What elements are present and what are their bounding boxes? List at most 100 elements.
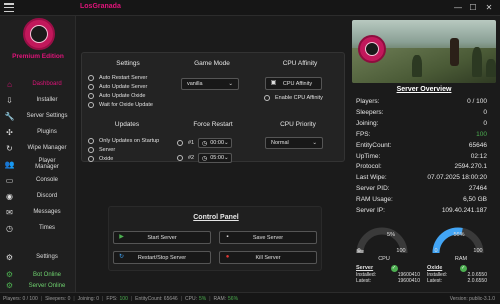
cpu-affinity-title: CPU Affinity xyxy=(282,60,318,67)
restart-icon: ↻ xyxy=(118,254,125,260)
status-fps-label: FPS: xyxy=(106,295,118,302)
game-mode-value: vanilla xyxy=(187,81,203,87)
house-icon: ⌂ xyxy=(7,79,12,89)
only-updates-startup-radio[interactable]: Only Updates on Startup xyxy=(88,138,159,144)
sidebar-item-installer[interactable]: ⇩ Installer xyxy=(0,92,76,108)
sidebar-item-wipe-manager[interactable]: ↻ Wipe Manager xyxy=(0,140,76,156)
sidebar: Premium Edition ⌂ Dashboard ⇩ Installer 🔧 Ser… xyxy=(0,16,76,292)
sidebar-item-times[interactable]: ◷ Times xyxy=(0,220,76,236)
settings-title: Settings xyxy=(116,60,140,67)
control-panel: Control Panel ▶ Start Server ▪ Save Serv… xyxy=(108,206,322,271)
restart-2-time-input[interactable]: ◷ 05:00 ⌄ xyxy=(198,153,232,163)
game-mode-select[interactable]: vanilla ⌄ xyxy=(181,78,239,90)
stat-row: FPS: 100 xyxy=(356,131,487,138)
ram-min: 0 xyxy=(434,248,438,254)
start-server-button[interactable]: ▶ Start Server xyxy=(113,231,211,244)
auto-update-server-radio[interactable]: Auto Update Server xyxy=(88,84,147,90)
update-oxide-radio[interactable]: Oxide xyxy=(88,156,113,162)
minimize-button[interactable]: — xyxy=(452,2,464,13)
status-cpu: 5% xyxy=(198,295,207,302)
sidebar-item-settings[interactable]: ⚙ Settings xyxy=(0,250,76,264)
sidebar-item-server-settings[interactable]: 🔧 Server Settings xyxy=(0,108,76,124)
stat-value: 109.40.241.187 xyxy=(441,207,487,214)
stat-value: 100 xyxy=(476,130,487,138)
sidebar-item-dashboard[interactable]: ⌂ Dashboard xyxy=(0,76,76,92)
install-icon: ⇩ xyxy=(6,95,13,105)
sidebar-item-discord[interactable]: ◉ Discord xyxy=(0,188,76,204)
status-cpu-label: CPU: xyxy=(185,295,197,302)
save-server-button[interactable]: ▪ Save Server xyxy=(219,231,317,244)
terminal-icon: ▭ xyxy=(5,175,14,185)
status-players: Players: 0 / 100 xyxy=(3,295,38,302)
stat-label: Joining: xyxy=(356,119,379,127)
stat-label: RAM Usage: xyxy=(356,196,393,204)
stat-row: EntityCount: 65646 xyxy=(356,142,487,149)
edition-label: Premium Edition xyxy=(12,53,64,60)
save-icon: ▪ xyxy=(226,234,229,240)
stat-value: 6,50 GB xyxy=(463,196,487,204)
cpu-priority-value: Normal xyxy=(271,140,289,146)
stat-label: Server PID: xyxy=(356,185,390,193)
restart-2-toggle[interactable]: #2 xyxy=(177,155,194,161)
status-entity: EntityCount: 65646 xyxy=(135,295,178,302)
server-preview-image xyxy=(352,20,496,83)
stat-row: RAM Usage: 6,50 GB xyxy=(356,196,487,203)
hamburger-menu-icon[interactable] xyxy=(4,3,14,12)
wipe-icon: ↻ xyxy=(6,143,13,153)
stat-row: Last Wipe: 07.07.2025 18:00:20 xyxy=(356,174,487,181)
auto-update-oxide-radio[interactable]: Auto Update Oxide xyxy=(88,93,145,99)
cpu-priority-select[interactable]: Normal ⌄ xyxy=(265,137,323,149)
sidebar-item-label: Settings xyxy=(36,254,58,260)
stat-label: Protocol: xyxy=(356,163,382,171)
stat-value: 07.07.2025 18:00:20 xyxy=(427,174,487,182)
sidebar-item-label: Wipe Manager xyxy=(27,145,67,151)
close-button[interactable]: ✕ xyxy=(483,2,495,13)
game-mode-title: Game Mode xyxy=(194,60,230,67)
chevron-down-icon: ⌄ xyxy=(228,81,233,87)
clock-icon: ◷ xyxy=(202,140,208,147)
cpu-affinity-button[interactable]: ▣ CPU Affinity xyxy=(265,77,322,90)
server-status: ⚙ Server Online xyxy=(0,281,76,290)
app-logo xyxy=(23,18,55,50)
updates-title: Updates xyxy=(114,121,140,128)
sidebar-nav: ⌂ Dashboard ⇩ Installer 🔧 Server Settings ✣ Plu… xyxy=(0,76,76,236)
check-icon: ✓ xyxy=(390,265,398,272)
status-joining: Joining: 0 xyxy=(77,295,100,302)
maximize-button[interactable]: ☐ xyxy=(467,2,479,13)
restart-stop-server-button[interactable]: ↻ Restart/Stop Server xyxy=(113,251,211,264)
kill-server-button[interactable]: ● Kill Server xyxy=(219,251,317,264)
stat-label: Last Wipe: xyxy=(356,174,387,182)
stat-label: FPS: xyxy=(356,130,371,138)
gear-icon: ⚙ xyxy=(5,281,14,290)
status-bar: Players: 0 / 100 | Sleepers: 0 | Joining: … xyxy=(0,292,500,304)
stat-label: UpTime: xyxy=(356,152,381,160)
app-title: LosGranada xyxy=(80,3,121,10)
stat-row: Protocol: 2594.270.1 xyxy=(356,163,487,170)
bot-status: ⚙ Bot Online xyxy=(0,270,76,279)
stat-row: Players: 0 / 100 xyxy=(356,98,487,105)
update-server-radio[interactable]: Server xyxy=(88,147,115,153)
sidebar-item-label: Player Manager xyxy=(35,158,59,170)
auto-restart-radio[interactable]: Auto Restart Server xyxy=(88,75,147,81)
sidebar-item-player-manager[interactable]: 👥 Player Manager xyxy=(0,156,76,172)
discord-icon: ◉ xyxy=(6,191,13,201)
cpu-min: 0 xyxy=(357,248,361,254)
wait-oxide-update-radio[interactable]: Wait for Oxide Update xyxy=(88,102,153,108)
sidebar-item-label: Server Settings xyxy=(26,113,68,119)
server-version-block: Server ✓ Installed: 19600410 Latest: 19600… xyxy=(356,265,420,284)
cpu-priority-title: CPU Priority xyxy=(280,121,316,128)
restart-1-toggle[interactable]: #1 xyxy=(177,140,194,146)
people-icon: 👥 xyxy=(4,159,15,169)
sidebar-item-console[interactable]: ▭ Console xyxy=(0,172,76,188)
sidebar-item-plugins[interactable]: ✣ Plugins xyxy=(0,124,76,140)
sidebar-item-label: Installer xyxy=(36,97,58,103)
status-sleepers: Sleepers: 0 xyxy=(45,295,71,302)
stat-value: 02:12 xyxy=(470,152,487,160)
restart-1-time-input[interactable]: ◷ 00:00 ⌄ xyxy=(198,138,232,148)
sidebar-item-messages[interactable]: ✉ Messages xyxy=(0,204,76,220)
stat-row: Joining: 0 xyxy=(356,120,487,127)
stat-row: UpTime: 02:12 xyxy=(356,153,487,160)
gear-icon: ⚙ xyxy=(5,270,14,279)
play-icon: ▶ xyxy=(119,234,124,240)
enable-cpu-affinity-radio[interactable]: Enable CPU Affinity xyxy=(264,95,323,101)
